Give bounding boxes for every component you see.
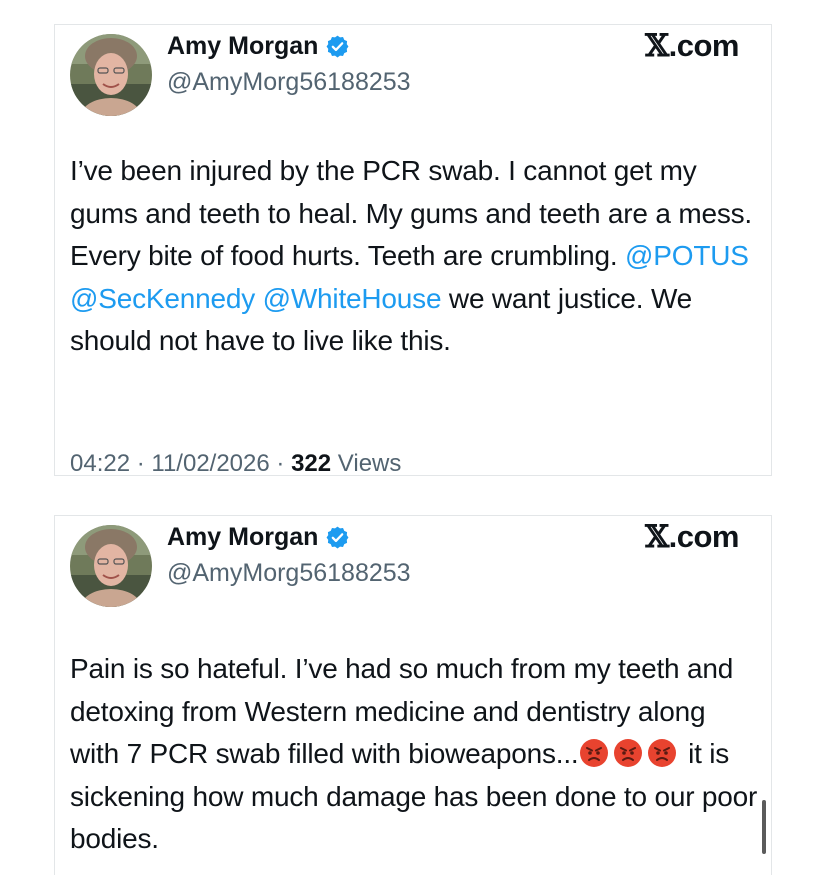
mention-whitehouse[interactable]: @WhiteHouse (263, 283, 442, 314)
tweet-card[interactable]: Amy Morgan @AmyMorg56188253 𝕏.com I’ve b… (54, 24, 772, 477)
views-label: Views (337, 450, 402, 477)
author-name-row[interactable]: Amy Morgan (167, 29, 350, 63)
avatar[interactable] (70, 34, 152, 116)
verified-badge-icon (325, 525, 350, 550)
x-logo-icon: 𝕏.com (645, 28, 739, 64)
tweet-text: Pain is so hateful. I’ve had so much fro… (70, 653, 758, 854)
tweet-meta: 04:22 · 11/02/2026 · 322 Views (70, 450, 402, 477)
author-name-row[interactable]: Amy Morgan (167, 520, 350, 554)
angry-face-icon (647, 738, 677, 768)
mention-potus[interactable]: @POTUS (625, 240, 749, 271)
avatar[interactable] (70, 525, 152, 607)
tweet-card[interactable]: Amy Morgan @AmyMorg56188253 𝕏.com Pain i… (54, 515, 772, 875)
author-handle[interactable]: @AmyMorg56188253 (167, 556, 411, 590)
scrollbar[interactable] (762, 800, 766, 854)
tweet-text: I’ve been injured by the PCR swab. I can… (70, 155, 753, 356)
angry-face-icon (579, 738, 609, 768)
verified-badge-icon (325, 34, 350, 59)
tweet-date[interactable]: 11/02/2026 (151, 450, 269, 477)
angry-face-icon (613, 738, 643, 768)
author-name[interactable]: Amy Morgan (167, 520, 318, 554)
author-handle[interactable]: @AmyMorg56188253 (167, 65, 411, 99)
views-count: 322 (291, 450, 332, 477)
mention-seckennedy[interactable]: @SecKennedy (70, 283, 255, 314)
author-name[interactable]: Amy Morgan (167, 29, 318, 63)
tweet-time[interactable]: 04:22 (70, 450, 130, 477)
x-logo-icon: 𝕏.com (645, 519, 739, 555)
